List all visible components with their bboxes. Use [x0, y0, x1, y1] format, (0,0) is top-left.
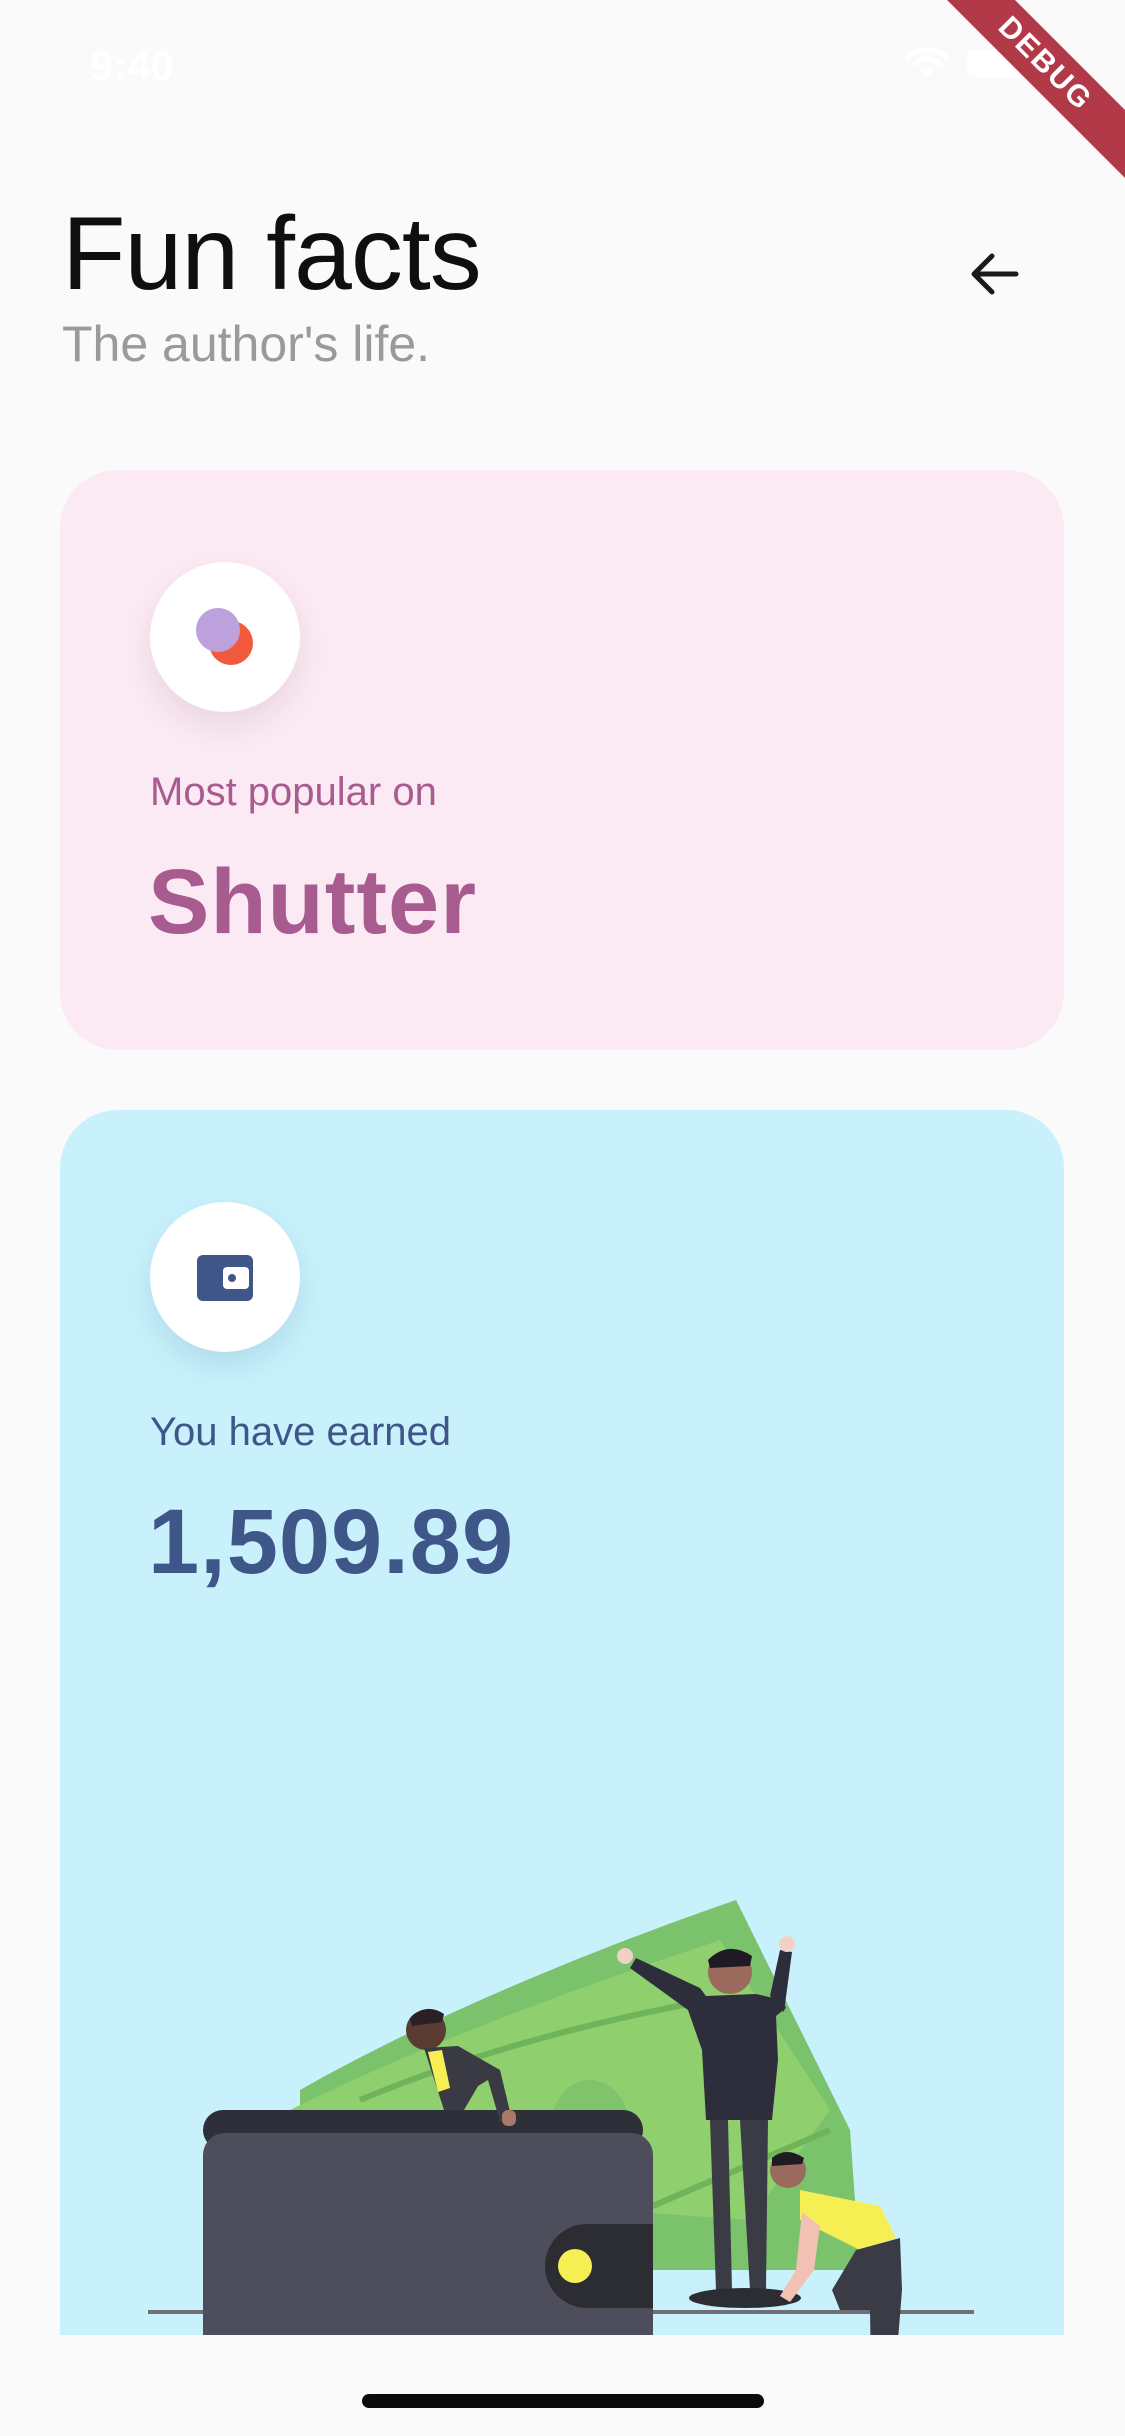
earnings-card[interactable]: You have earned 1,509.89 — [60, 1110, 1064, 2335]
earned-amount: 1,509.89 — [148, 1491, 515, 1593]
page-subtitle: The author's life. — [62, 316, 431, 373]
arrow-left-icon — [971, 253, 1019, 295]
battery-icon — [967, 49, 1032, 77]
wallet-money-illustration — [148, 1900, 974, 2335]
header: Fun facts The author's life. — [62, 196, 1062, 373]
earned-label: You have earned — [150, 1410, 452, 1454]
wallet-icon — [197, 1255, 253, 1301]
shutter-logo-badge — [150, 562, 300, 712]
back-button[interactable] — [950, 230, 1038, 318]
status-time: 9:40 — [90, 42, 175, 89]
shutter-logo-icon — [196, 608, 253, 665]
wifi-icon — [905, 47, 949, 78]
popular-label: Most popular on — [150, 770, 437, 814]
home-indicator[interactable] — [362, 2394, 764, 2408]
status-icons — [905, 46, 1035, 80]
popular-platform-name: Shutter — [148, 851, 477, 953]
page-title: Fun facts — [62, 196, 482, 312]
status-bar: 9:40 — [0, 0, 1125, 130]
wallet-badge — [150, 1202, 300, 1352]
popular-platform-card[interactable]: Most popular on Shutter — [60, 470, 1064, 1050]
